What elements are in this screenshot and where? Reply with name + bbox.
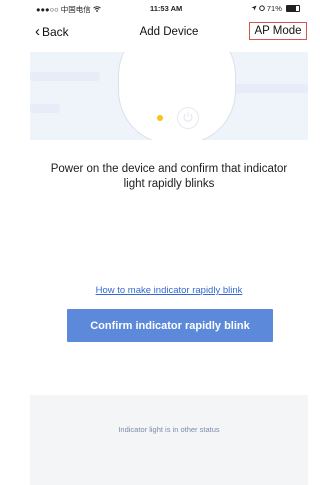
instruction-text: Power on the device and confirm that ind… <box>50 163 288 190</box>
decor-stripe <box>30 104 60 113</box>
battery-percent: 71% <box>266 4 282 13</box>
decor-stripe <box>30 72 100 81</box>
alarm-icon <box>258 4 267 13</box>
back-button[interactable]: ‹ Back <box>35 23 69 40</box>
other-status-panel: Indicator light is in other status <box>30 395 308 485</box>
device-body <box>118 52 236 140</box>
location-arrow-icon <box>251 4 259 13</box>
back-label: Back <box>42 25 69 39</box>
ap-mode-button[interactable]: AP Mode <box>249 22 307 40</box>
help-link[interactable]: How to make indicator rapidly blink <box>30 285 308 296</box>
battery-icon <box>286 5 300 12</box>
wifi-icon <box>93 5 101 14</box>
carrier-signal: ●●●○○ 中国电信 <box>36 4 101 15</box>
nav-bar: ‹ Back Add Device AP Mode <box>30 19 308 45</box>
status-bar: ●●●○○ 中国电信 11:53 AM 71% <box>30 0 308 16</box>
confirm-blink-button[interactable]: Confirm indicator rapidly blink <box>67 309 273 342</box>
device-illustration <box>30 52 308 140</box>
indicator-led <box>157 115 163 121</box>
status-time: 11:53 AM <box>150 4 183 13</box>
carrier-name: ●●●○○ 中国电信 <box>36 5 91 14</box>
phone-screen: ●●●○○ 中国电信 11:53 AM 71% ‹ Back Add Devic… <box>30 0 308 485</box>
other-status-link[interactable]: Indicator light is in other status <box>30 425 308 434</box>
power-icon <box>183 112 193 122</box>
status-right: 71% <box>251 4 300 13</box>
chevron-left-icon: ‹ <box>35 23 40 40</box>
